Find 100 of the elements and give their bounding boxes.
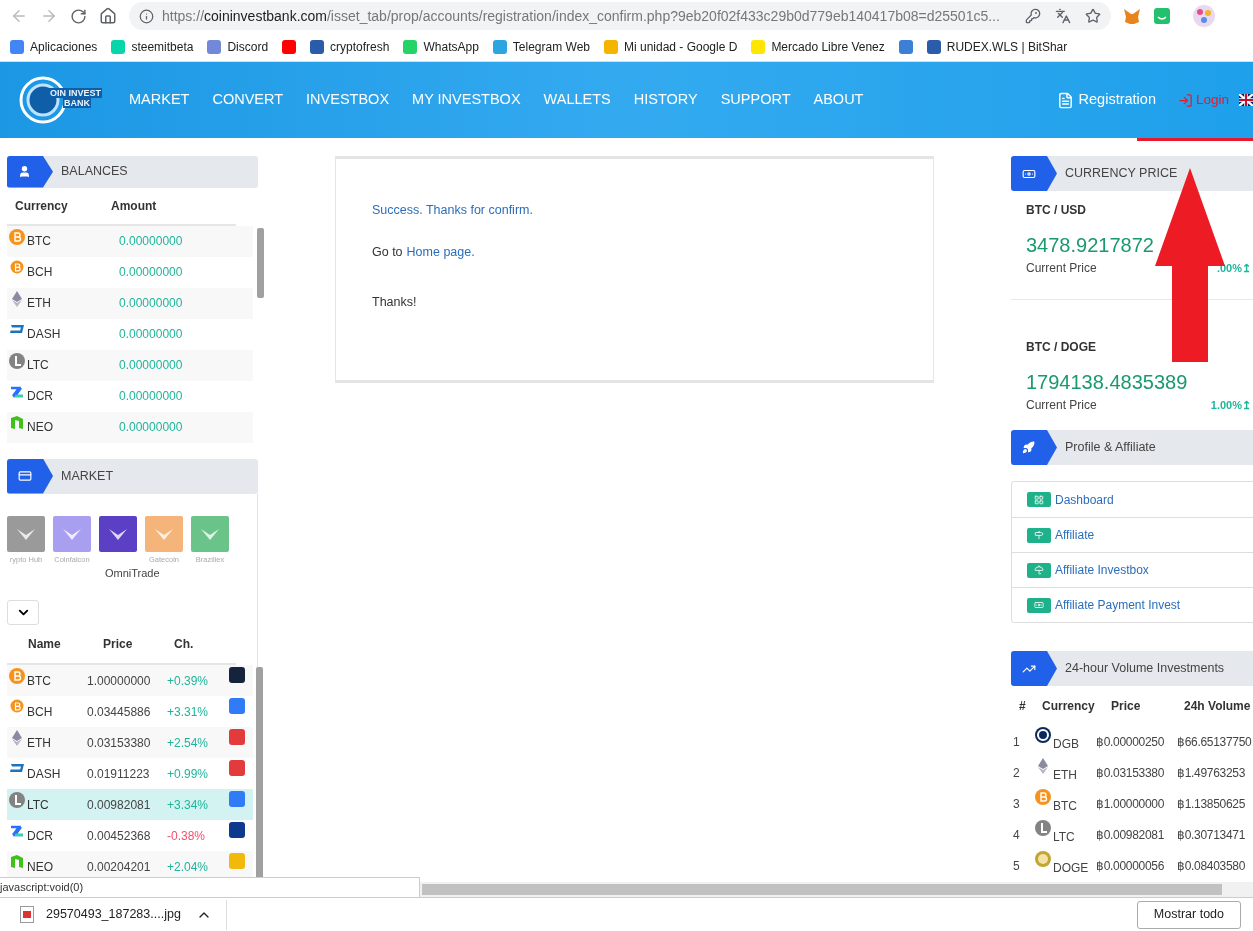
coin-icon [1035, 758, 1051, 774]
price: ฿0.03153380 [1096, 764, 1166, 782]
bookmark-star-icon[interactable] [1085, 8, 1101, 24]
amount: 0.00000000 [119, 264, 183, 281]
affiliate-link[interactable]: Affiliate Payment Invest [1012, 587, 1253, 622]
coin-icon [9, 730, 25, 746]
fox-extension-icon[interactable] [1123, 8, 1141, 24]
goto-text: Go to [372, 243, 403, 261]
currency-code: BTC [1053, 797, 1078, 815]
status-url-tooltip: javascript:void(0) [0, 877, 420, 897]
amount: 0.00000000 [119, 388, 183, 405]
volume-amount: ฿1.49763253 [1177, 764, 1246, 782]
bookmark[interactable]: RUDEX.WLS | BitShar [926, 37, 1068, 56]
column-header: 24h Volume [1184, 698, 1251, 715]
coin-icon [9, 823, 25, 839]
volume-amount: ฿1.13850625 [1177, 795, 1246, 813]
volume-amount: ฿0.30713471 [1177, 826, 1246, 844]
pair-price: 3478.9217872 [1026, 233, 1155, 257]
panel-title: BALANCES [61, 163, 128, 181]
coin-name: DASH [27, 765, 62, 783]
price-change: 1.00%↥ [1210, 397, 1251, 413]
bookmark[interactable]: cryptofresh [310, 37, 390, 56]
card-icon [18, 469, 32, 483]
bookmark[interactable]: Mi unidad - Google D [604, 37, 738, 56]
translate-icon[interactable] [1055, 8, 1071, 24]
rank: 3 [1012, 795, 1021, 813]
market-row[interactable]: LTC 0.00982081 +3.34% [7, 789, 253, 820]
exchange-icon [229, 729, 245, 745]
coin-icon [9, 290, 25, 307]
bookmark[interactable]: Discord [207, 37, 269, 56]
affiliate-link[interactable]: Affiliate [1012, 517, 1253, 552]
currency-code: NEO [27, 419, 54, 436]
currency-code: BTC [27, 233, 52, 250]
document-icon [1056, 91, 1074, 109]
money-icon [1027, 597, 1051, 613]
amount: 0.00000000 [119, 419, 183, 436]
change: +0.39% [167, 672, 210, 690]
coin-icon [9, 414, 25, 431]
market-row[interactable]: ETH 0.03153380 +2.54% [7, 727, 253, 758]
coin-icon [1035, 727, 1051, 743]
uk-flag-icon[interactable] [1239, 94, 1253, 106]
coin-icon [9, 854, 25, 870]
user-icon [18, 165, 31, 179]
bookmark-icon[interactable] [282, 39, 297, 54]
currency-code: LTC [27, 357, 50, 374]
show-all-button[interactable]: Mostrar todo [1136, 900, 1241, 929]
price: 0.03445886 [87, 703, 152, 721]
info-icon[interactable] [139, 8, 154, 24]
bookmark[interactable]: WhatsApp [403, 37, 479, 56]
panel-title: 24-hour Volume Investments [1065, 660, 1225, 678]
exchange-logo[interactable] [99, 515, 137, 552]
bookmark[interactable]: Aplicaciones [10, 37, 98, 56]
coin-icon [9, 699, 25, 715]
panel-title: CURRENCY PRICE [1065, 165, 1178, 183]
image-file-icon [20, 906, 34, 923]
grid-icon [1027, 492, 1051, 507]
price: ฿0.00000250 [1096, 733, 1166, 751]
price: 0.00452368 [87, 827, 152, 845]
volume-amount: ฿66.65137750 [1177, 733, 1252, 751]
exchange-icon [229, 760, 245, 776]
change: +0.99% [167, 765, 210, 783]
key-icon[interactable] [1025, 8, 1041, 24]
amount: 0.00000000 [119, 357, 183, 374]
column-header: Name [27, 636, 62, 653]
column-header: Ch. [174, 636, 194, 653]
price: ฿0.00000056 [1096, 857, 1166, 875]
volume-amount: ฿0.08403580 [1177, 857, 1246, 875]
url-field[interactable]: https://coininvestbank.com/isset_tab/prop/accounts/registration/index_confirm.php?9eb20f02f433c29b0d779eb140417b08=d25501c5... [129, 2, 1111, 30]
market-row[interactable]: BTC 1.00000000 +0.39% [7, 665, 253, 696]
download-filename[interactable]: 29570493_187283....jpg [46, 905, 181, 924]
rank: 1 [1012, 733, 1021, 751]
price-change: .00%↥ [1216, 260, 1251, 276]
currency-code: ETH [1053, 766, 1078, 784]
bookmark[interactable]: Mercado Libre Venez [751, 37, 885, 56]
bookmark-icon[interactable] [898, 39, 913, 54]
affiliate-link[interactable]: Affiliate Investbox [1012, 552, 1253, 587]
column-header: # [1018, 698, 1027, 715]
rocket-icon [1022, 441, 1035, 454]
logo-text: BANK [63, 98, 91, 108]
coin-name: NEO [27, 858, 54, 876]
change: +3.34% [167, 796, 210, 814]
reload-button[interactable] [70, 7, 87, 25]
thanks-text: Thanks! [372, 293, 418, 311]
column-header: Price [1111, 698, 1142, 715]
profile-avatar[interactable] [1193, 5, 1215, 27]
home-button[interactable] [99, 7, 117, 25]
bookmark[interactable]: Telegram Web [492, 37, 590, 56]
coin-name: DCR [27, 827, 54, 845]
column-header: Amount [111, 197, 157, 215]
login-icon [1177, 92, 1193, 108]
affiliate-link[interactable]: Dashboard [1012, 482, 1253, 517]
bookmark[interactable]: steemitbeta [111, 37, 194, 56]
column-header: Currency [14, 197, 69, 215]
coin-name: LTC [27, 796, 50, 814]
price: 0.00982081 [87, 796, 152, 814]
amount: 0.00000000 [119, 233, 183, 250]
dropdown-button[interactable] [7, 600, 39, 625]
exchange-icon [229, 698, 245, 714]
home-page-link[interactable]: Home page. [406, 242, 475, 262]
rank: 4 [1012, 826, 1021, 844]
